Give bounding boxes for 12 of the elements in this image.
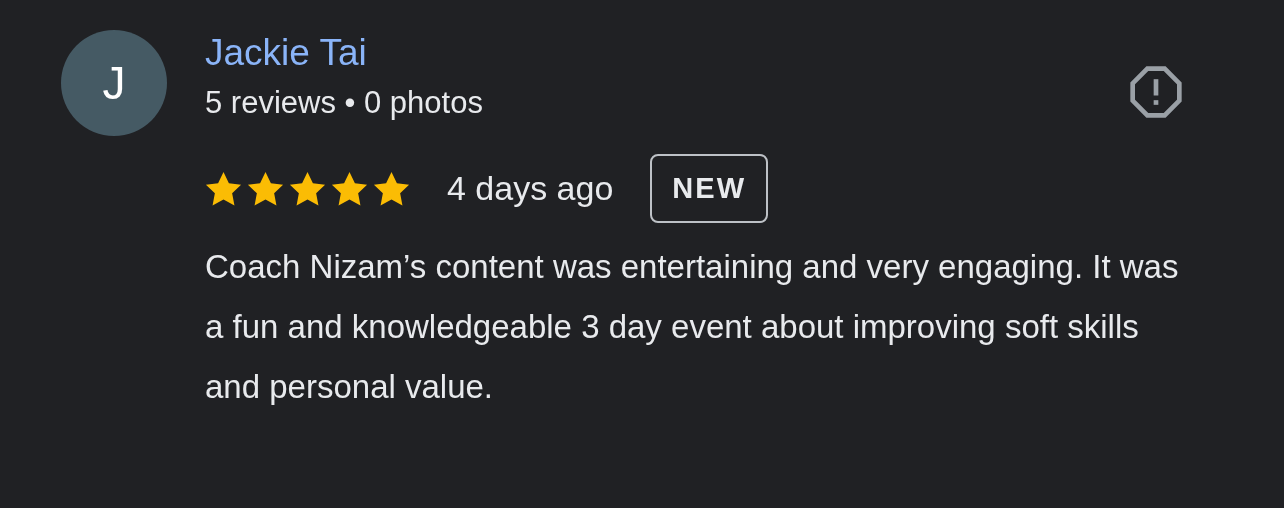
star-icon [289, 170, 326, 207]
review-text: Coach Nizam’s content was entertaining and very engaging. It was a fun and knowledgeable 3 day event about improving soft skills and personal value. [205, 247, 1180, 407]
report-icon[interactable] [1128, 64, 1184, 120]
star-icon [373, 170, 410, 207]
star-icon [205, 170, 242, 207]
star-icon [247, 170, 284, 207]
review-count: 5 reviews • 0 photos [205, 84, 483, 122]
new-badge: NEW [650, 154, 769, 223]
star-icon [331, 170, 368, 207]
review-time: 4 days ago [447, 169, 614, 208]
avatar[interactable]: J [61, 30, 167, 136]
author-name[interactable]: Jackie Tai [205, 30, 483, 76]
